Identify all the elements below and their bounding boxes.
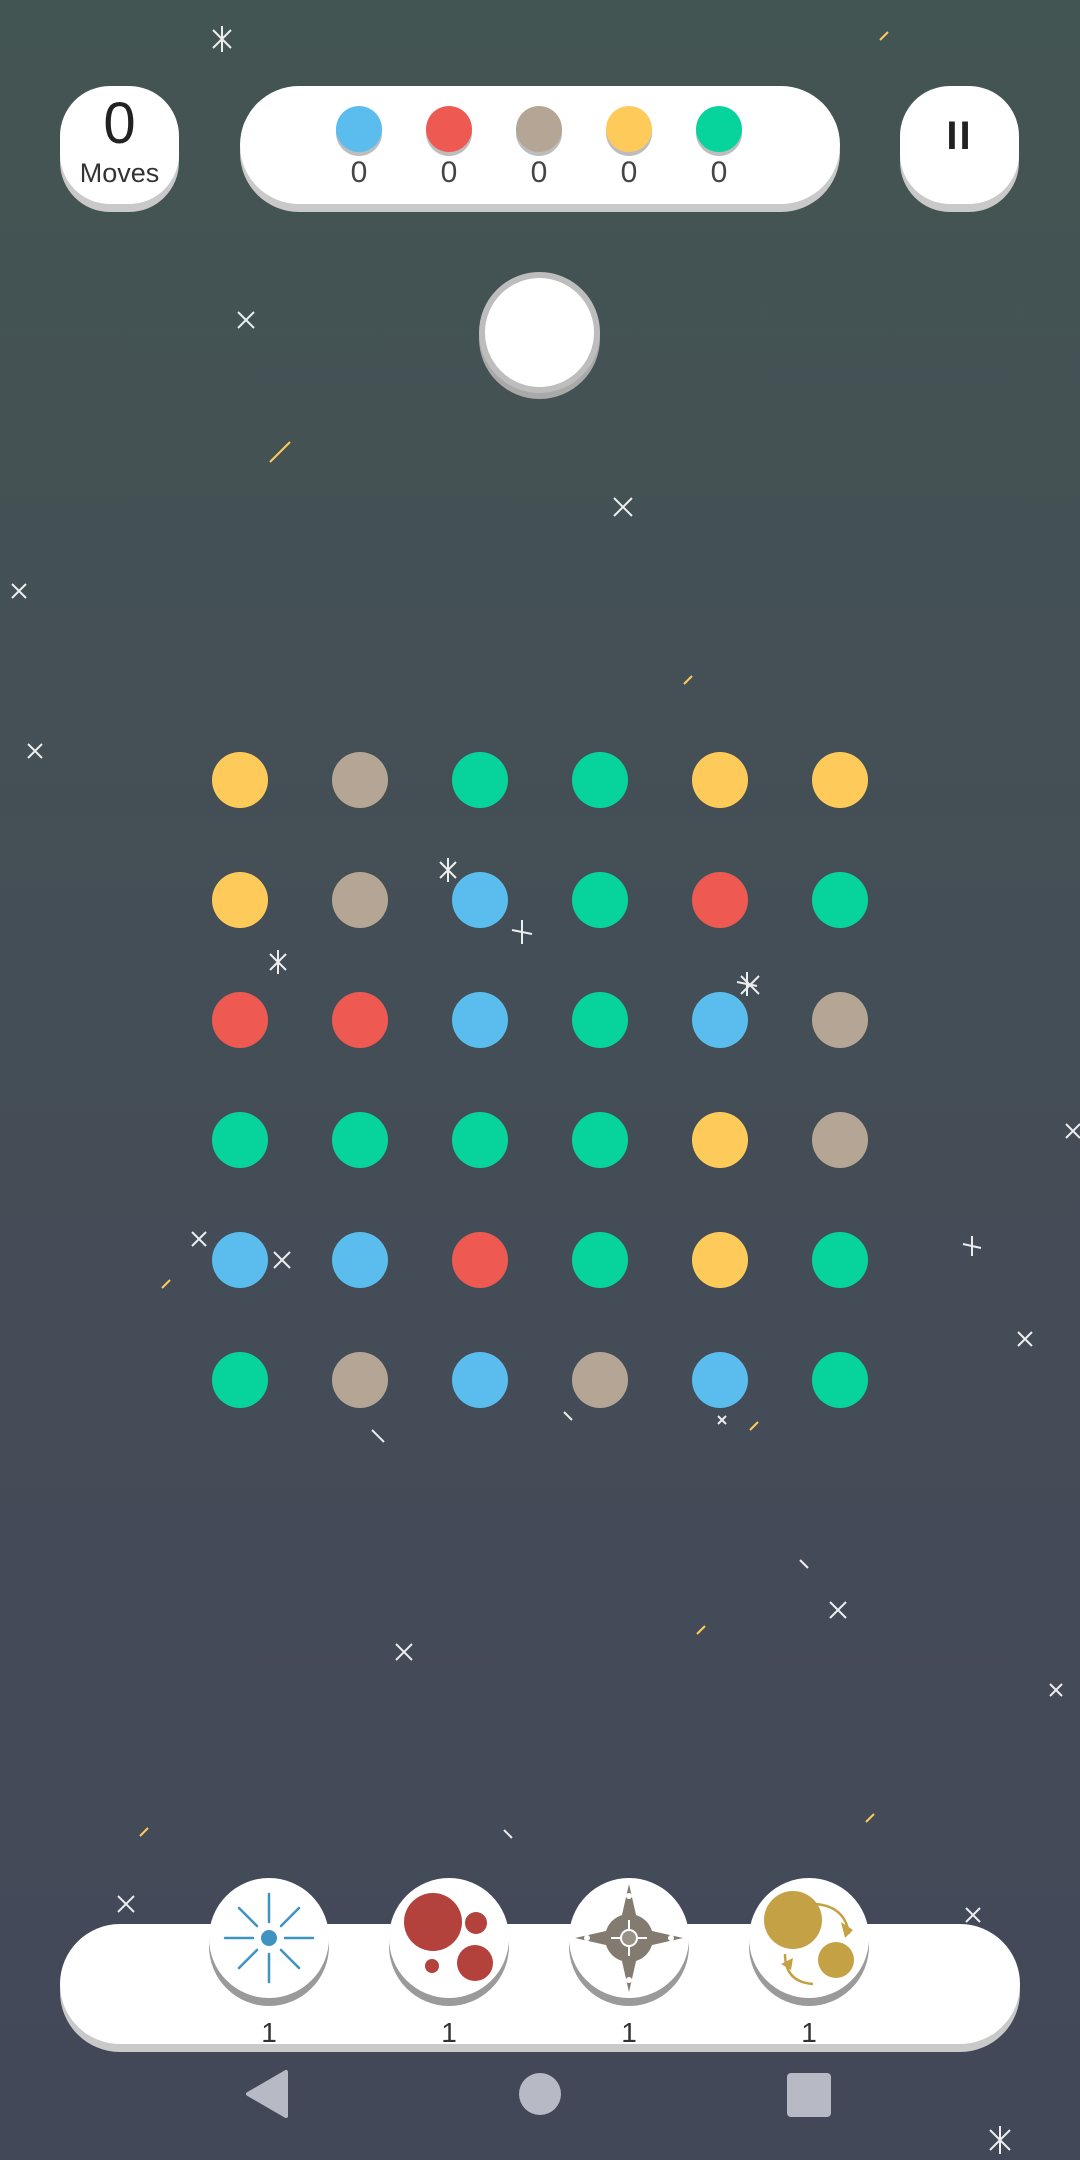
nav-recents-button[interactable] (786, 2072, 832, 2118)
dot-red[interactable] (332, 992, 388, 1048)
recents-icon (787, 2073, 831, 2117)
goal-count-taupe: 0 (530, 156, 548, 189)
powerup-shrinker-count: 1 (441, 2017, 457, 2048)
dot-yellow[interactable] (692, 1232, 748, 1288)
dot-blue[interactable] (452, 872, 508, 928)
powerup-swap-button[interactable]: 1 (749, 1878, 869, 2048)
goals-panel: 0 0 0 0 0 (240, 86, 840, 204)
dot-green[interactable] (572, 1112, 628, 1168)
dot-blue[interactable] (692, 1352, 748, 1408)
powerup-expander-count: 1 (261, 2017, 277, 2048)
dot-green[interactable] (572, 872, 628, 928)
dot-green[interactable] (212, 1112, 268, 1168)
powerups-tray (60, 1924, 1020, 2044)
powerup-swap-circle (749, 1878, 869, 1998)
dot-green[interactable] (572, 752, 628, 808)
goal-count-red: 0 (440, 156, 458, 189)
dot-green[interactable] (812, 1232, 868, 1288)
moves-count: 0 (103, 91, 136, 156)
goal-dot-yellow (606, 106, 652, 152)
selection-preview (479, 272, 600, 393)
dot-red[interactable] (452, 1232, 508, 1288)
goal-yellow: 0 (599, 106, 659, 188)
dot-red[interactable] (212, 992, 268, 1048)
dot-blue[interactable] (332, 1232, 388, 1288)
moves-counter: 0 Moves (60, 86, 179, 204)
powerup-bomb-button[interactable]: 1 (569, 1878, 689, 2048)
dot-green[interactable] (452, 1112, 508, 1168)
dot-green[interactable] (452, 752, 508, 808)
goal-green: 0 (689, 106, 749, 188)
dot-taupe[interactable] (812, 1112, 868, 1168)
goal-dot-red (426, 106, 472, 152)
bubbles-icon (404, 1893, 493, 1981)
dot-green[interactable] (812, 1352, 868, 1408)
goal-dot-green (696, 106, 742, 152)
goal-taupe: 0 (509, 106, 569, 188)
dot-red[interactable] (692, 872, 748, 928)
dot-taupe[interactable] (332, 872, 388, 928)
powerup-bomb-circle (569, 1878, 689, 1998)
powerup-swap-count: 1 (801, 2017, 817, 2048)
pause-icon: II (946, 114, 973, 158)
dot-green[interactable] (572, 1232, 628, 1288)
goal-red: 0 (419, 106, 479, 188)
dot-taupe[interactable] (332, 1352, 388, 1408)
dot-yellow[interactable] (692, 752, 748, 808)
burst-icon (223, 1892, 315, 1984)
powerup-shrinker-circle (389, 1878, 509, 1998)
back-icon (246, 2070, 288, 2118)
dot-blue[interactable] (692, 992, 748, 1048)
nav-home-button[interactable] (518, 2072, 562, 2116)
dot-green[interactable] (812, 872, 868, 928)
dot-blue[interactable] (212, 1232, 268, 1288)
powerup-bomb-count: 1 (621, 2017, 637, 2048)
dot-yellow[interactable] (692, 1112, 748, 1168)
dot-taupe[interactable] (332, 752, 388, 808)
goal-count-green: 0 (710, 156, 728, 189)
powerup-shrinker-button[interactable]: 1 (389, 1878, 509, 2048)
dot-green[interactable] (212, 1352, 268, 1408)
dot-blue[interactable] (452, 1352, 508, 1408)
dot-green[interactable] (572, 992, 628, 1048)
goal-count-yellow: 0 (620, 156, 638, 189)
pause-button[interactable]: II (900, 86, 1019, 204)
dot-taupe[interactable] (572, 1352, 628, 1408)
nav-back-button[interactable] (244, 2068, 292, 2120)
dot-blue[interactable] (452, 992, 508, 1048)
goal-count-blue: 0 (350, 156, 368, 189)
dot-green[interactable] (332, 1112, 388, 1168)
dot-yellow[interactable] (212, 872, 268, 928)
goal-blue: 0 (329, 106, 389, 188)
goal-dot-blue (336, 106, 382, 152)
moves-label: Moves (79, 158, 160, 188)
home-icon (519, 2073, 561, 2115)
powerup-expander-button[interactable]: 1 (209, 1878, 329, 2048)
compass-star-icon (575, 1884, 683, 1992)
orbit-icon (764, 1891, 854, 1986)
goal-dot-taupe (516, 106, 562, 152)
dot-taupe[interactable] (812, 992, 868, 1048)
powerup-expander-circle (209, 1878, 329, 1998)
dot-yellow[interactable] (212, 752, 268, 808)
dot-yellow[interactable] (812, 752, 868, 808)
